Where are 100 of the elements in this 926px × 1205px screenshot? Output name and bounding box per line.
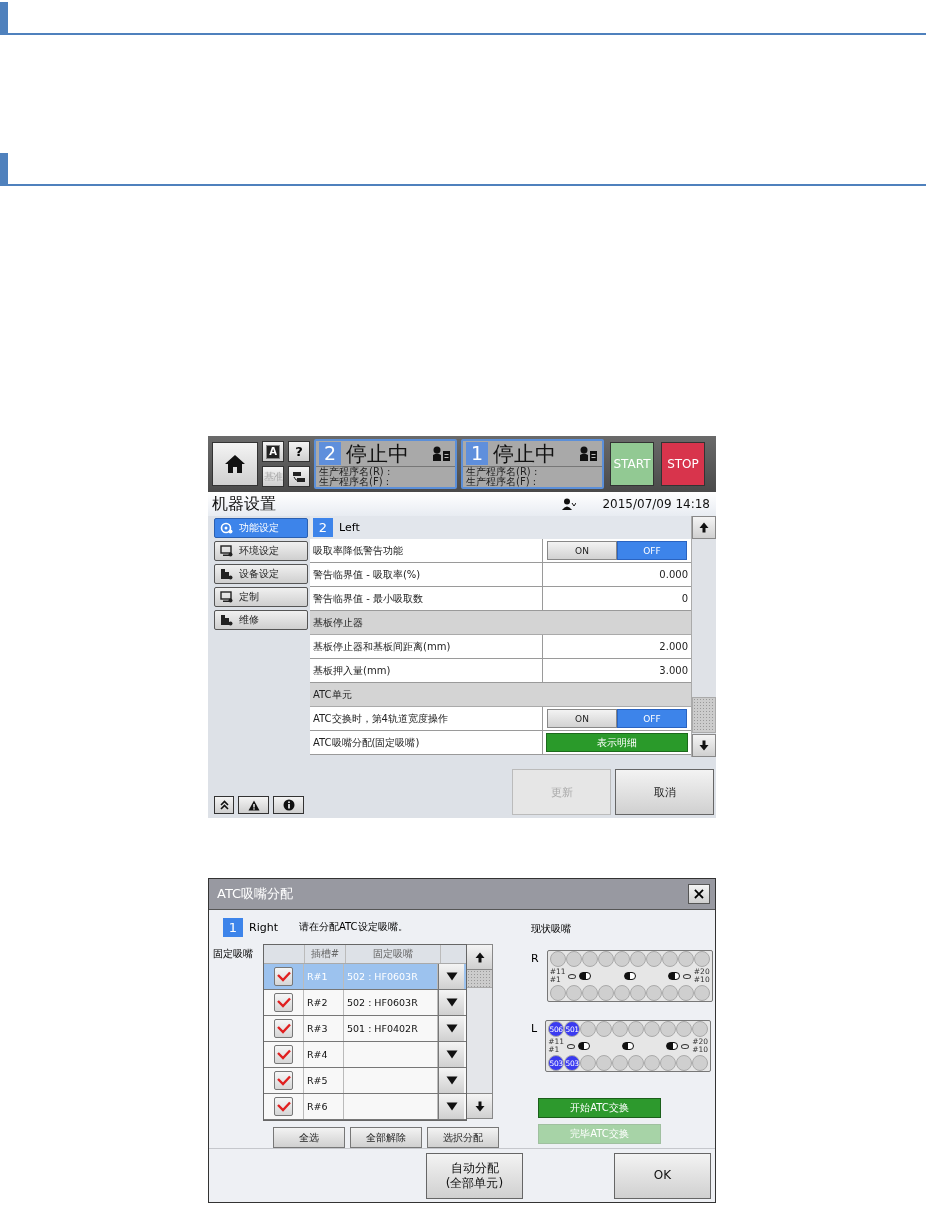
setting-label: 警告临界值 - 最小吸取数 bbox=[310, 587, 543, 610]
details-button[interactable]: 表示明细 bbox=[546, 733, 688, 752]
checkbox[interactable] bbox=[274, 1019, 293, 1038]
dropdown-arrow-icon bbox=[445, 998, 458, 1007]
stop-button[interactable]: STOP bbox=[661, 442, 705, 486]
nozzle-slot bbox=[549, 985, 566, 1001]
scroll-up-button[interactable] bbox=[467, 945, 492, 970]
dropdown-button[interactable] bbox=[438, 1042, 464, 1067]
nozzle-slot bbox=[580, 1021, 597, 1037]
dropdown-button[interactable] bbox=[438, 964, 464, 989]
station-number: 1 bbox=[466, 442, 488, 465]
home-button[interactable] bbox=[212, 442, 258, 486]
pin-icon bbox=[666, 1042, 679, 1050]
column-header: 插槽# bbox=[305, 945, 346, 963]
program-name-label: 生产程序名(F) : bbox=[319, 477, 391, 487]
scroll-down-button[interactable] bbox=[692, 734, 716, 757]
checkbox[interactable] bbox=[274, 1071, 293, 1090]
up-arrow-icon bbox=[699, 522, 709, 533]
nozzle-slot bbox=[581, 985, 598, 1001]
scrollbar[interactable] bbox=[467, 944, 493, 1119]
value-field[interactable]: 2.000 bbox=[659, 641, 688, 652]
table-row[interactable]: R#3 501 : HF0402R bbox=[264, 1016, 466, 1042]
table-row[interactable]: R#4 bbox=[264, 1042, 466, 1068]
station-panel[interactable]: 2 停止中 生产程序名(R) : 生产程序名(F) : bbox=[314, 439, 457, 489]
nozzle-slot bbox=[628, 1055, 645, 1071]
auto-assign-button[interactable]: 自动分配 (全部单元) bbox=[426, 1152, 523, 1199]
transfer-icon bbox=[292, 470, 306, 483]
scroll-down-button[interactable] bbox=[467, 1093, 492, 1118]
dropdown-arrow-icon bbox=[445, 1024, 458, 1033]
down-arrow-icon bbox=[474, 1100, 485, 1112]
nozzle-slot bbox=[596, 1021, 613, 1037]
program-name-label: 生产程序名(F) : bbox=[466, 477, 538, 487]
table-action-button[interactable]: 全部解除 bbox=[350, 1127, 422, 1148]
table-action-button[interactable]: 全选 bbox=[273, 1127, 345, 1148]
on-option[interactable]: ON bbox=[547, 709, 617, 728]
unit-number: 1 bbox=[223, 917, 243, 937]
nozzle-slot bbox=[692, 1055, 709, 1071]
down-arrow-icon bbox=[699, 740, 709, 751]
nozzle-slot bbox=[693, 951, 710, 967]
checkbox[interactable] bbox=[274, 967, 293, 986]
dropdown-button[interactable] bbox=[438, 990, 464, 1015]
language-key[interactable]: A bbox=[262, 441, 284, 462]
menu-item[interactable]: 定制 bbox=[214, 587, 308, 607]
off-option[interactable]: OFF bbox=[617, 709, 687, 728]
scrollbar[interactable] bbox=[691, 516, 716, 757]
value-field[interactable]: 0.000 bbox=[659, 569, 688, 580]
nozzle-slot bbox=[661, 951, 678, 967]
table-row[interactable]: R#6 bbox=[264, 1094, 466, 1120]
ok-button[interactable]: OK bbox=[614, 1152, 711, 1199]
table-row[interactable]: R#2 502 : HF0603R bbox=[264, 990, 466, 1016]
off-option[interactable]: OFF bbox=[617, 541, 687, 560]
setting-label: ATC交换时，第4轨道宽度操作 bbox=[310, 707, 543, 730]
nozzle-slot bbox=[580, 1055, 597, 1071]
dropdown-arrow-icon bbox=[445, 1050, 458, 1059]
menu-item[interactable]: 功能设定 bbox=[214, 518, 308, 538]
nozzle-slot bbox=[597, 951, 614, 967]
warning-icon bbox=[247, 799, 260, 811]
menu-item[interactable]: 环境设定 bbox=[214, 541, 308, 561]
dropdown-arrow-icon bbox=[445, 972, 458, 981]
help-button[interactable]: ? bbox=[288, 441, 310, 462]
info-button[interactable] bbox=[273, 796, 304, 814]
checkbox[interactable] bbox=[274, 1097, 293, 1116]
value-field[interactable]: 0 bbox=[681, 593, 688, 604]
checkbox[interactable] bbox=[274, 1045, 293, 1064]
scroll-thumb[interactable] bbox=[467, 970, 492, 988]
menu-item[interactable]: 设备设定 bbox=[214, 564, 308, 584]
nozzle-slot bbox=[676, 1021, 693, 1037]
dropdown-button[interactable] bbox=[438, 1068, 464, 1093]
dropdown-arrow-icon bbox=[445, 1102, 458, 1111]
transfer-button[interactable] bbox=[288, 466, 310, 487]
user-icon bbox=[562, 498, 577, 510]
table-action-button[interactable]: 选択分配 bbox=[427, 1127, 499, 1148]
dropdown-arrow-icon bbox=[445, 1076, 458, 1085]
pin-icon bbox=[667, 972, 680, 980]
scroll-up-button[interactable] bbox=[692, 516, 716, 539]
program-name-label: 生产程序名(R) : bbox=[466, 467, 539, 477]
checkbox[interactable] bbox=[274, 993, 293, 1012]
close-button[interactable]: × bbox=[688, 884, 710, 904]
dropdown-button[interactable] bbox=[438, 1016, 464, 1041]
nozzle-slot bbox=[613, 985, 630, 1001]
start-exchange-button[interactable]: 开始ATC交换 bbox=[538, 1098, 661, 1118]
double-chevron-icon bbox=[219, 800, 229, 810]
collapse-button[interactable] bbox=[214, 796, 234, 814]
slot-cell: R#5 bbox=[304, 1068, 344, 1093]
slot-cell: R#4 bbox=[304, 1042, 344, 1067]
nozzle-slot bbox=[629, 985, 646, 1001]
value-field[interactable]: 3.000 bbox=[659, 665, 688, 676]
on-option[interactable]: ON bbox=[547, 541, 617, 560]
menu-item[interactable]: 维修 bbox=[214, 610, 308, 630]
current-nozzle-label: 现状吸嘴 bbox=[531, 922, 572, 936]
cancel-button[interactable]: 取消 bbox=[615, 769, 714, 815]
warning-button[interactable] bbox=[238, 796, 269, 814]
station-panel[interactable]: 1 停止中 生产程序名(R) : 生产程序名(F) : bbox=[461, 439, 604, 489]
scroll-thumb[interactable] bbox=[692, 697, 716, 733]
pin-icon bbox=[622, 1042, 635, 1050]
dropdown-button[interactable] bbox=[438, 1094, 464, 1119]
nozzle-slot bbox=[677, 985, 694, 1001]
setting-label: 吸取率降低警告功能 bbox=[310, 539, 543, 562]
table-row[interactable]: R#5 bbox=[264, 1068, 466, 1094]
nozzle-slot bbox=[644, 1021, 661, 1037]
